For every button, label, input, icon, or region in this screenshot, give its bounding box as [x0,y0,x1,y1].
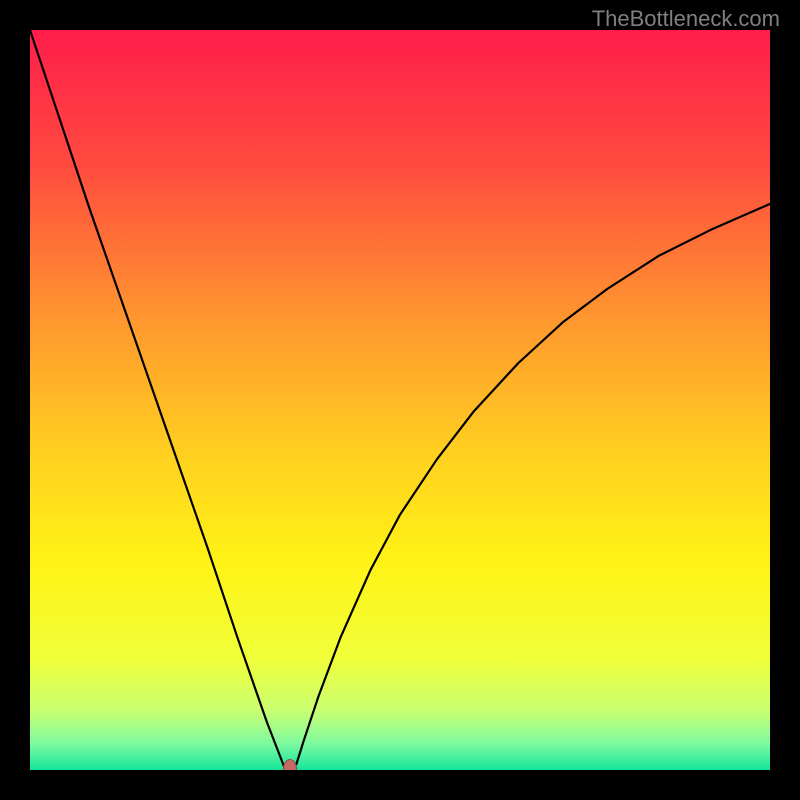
watermark-text: TheBottleneck.com [592,6,780,32]
bottleneck-curve [30,30,770,770]
plot-inner [30,30,770,770]
plot-area [30,30,770,770]
